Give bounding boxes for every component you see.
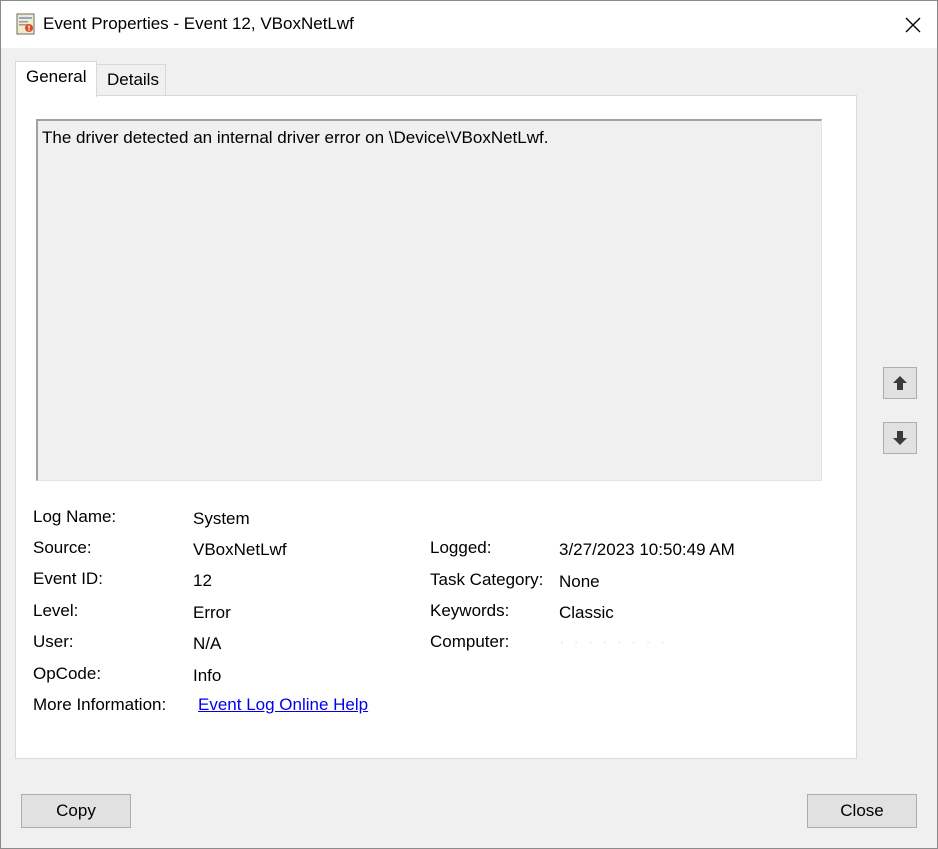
copy-button[interactable]: Copy — [21, 794, 131, 828]
description-text: The driver detected an internal driver e… — [42, 128, 549, 147]
tab-general[interactable]: General — [15, 61, 97, 97]
logged-label: Logged: — [430, 538, 492, 557]
computer-value: · · · · · · · · — [559, 632, 668, 651]
next-event-button[interactable] — [883, 422, 917, 454]
close-icon[interactable] — [899, 11, 927, 39]
keywords-label: Keywords: — [430, 601, 510, 620]
event-properties-window: Event Properties - Event 12, VBoxNetLwf … — [0, 0, 938, 849]
keywords-value: Classic — [559, 603, 614, 622]
arrow-up-icon — [893, 376, 907, 390]
logged-value: 3/27/2023 10:50:49 AM — [559, 540, 735, 559]
user-value: N/A — [193, 634, 222, 653]
log-name-value: System — [193, 509, 250, 528]
tab-details[interactable]: Details — [96, 64, 166, 95]
event-id-label: Event ID: — [33, 569, 103, 588]
opcode-label: OpCode: — [33, 664, 102, 683]
source-value: VBoxNetLwf — [193, 540, 287, 559]
arrow-down-icon — [893, 431, 907, 445]
more-information-label: More Information: — [33, 695, 167, 714]
window-title: Event Properties - Event 12, VBoxNetLwf — [43, 14, 354, 33]
task-category-label: Task Category: — [430, 570, 544, 589]
event-viewer-icon — [16, 13, 35, 35]
task-category-value: None — [559, 572, 600, 591]
previous-event-button[interactable] — [883, 367, 917, 399]
event-log-online-help-link[interactable]: Event Log Online Help — [198, 695, 368, 715]
log-name-label: Log Name: — [33, 507, 117, 526]
source-label: Source: — [33, 538, 92, 557]
title-bar[interactable]: Event Properties - Event 12, VBoxNetLwf — [1, 1, 937, 48]
event-description[interactable]: The driver detected an internal driver e… — [36, 119, 822, 481]
close-button[interactable]: Close — [807, 794, 917, 828]
computer-label: Computer: — [430, 632, 510, 651]
event-id-value: 12 — [193, 571, 212, 590]
level-value: Error — [193, 603, 231, 622]
opcode-value: Info — [193, 666, 222, 685]
level-label: Level: — [33, 601, 79, 620]
user-label: User: — [33, 632, 74, 651]
